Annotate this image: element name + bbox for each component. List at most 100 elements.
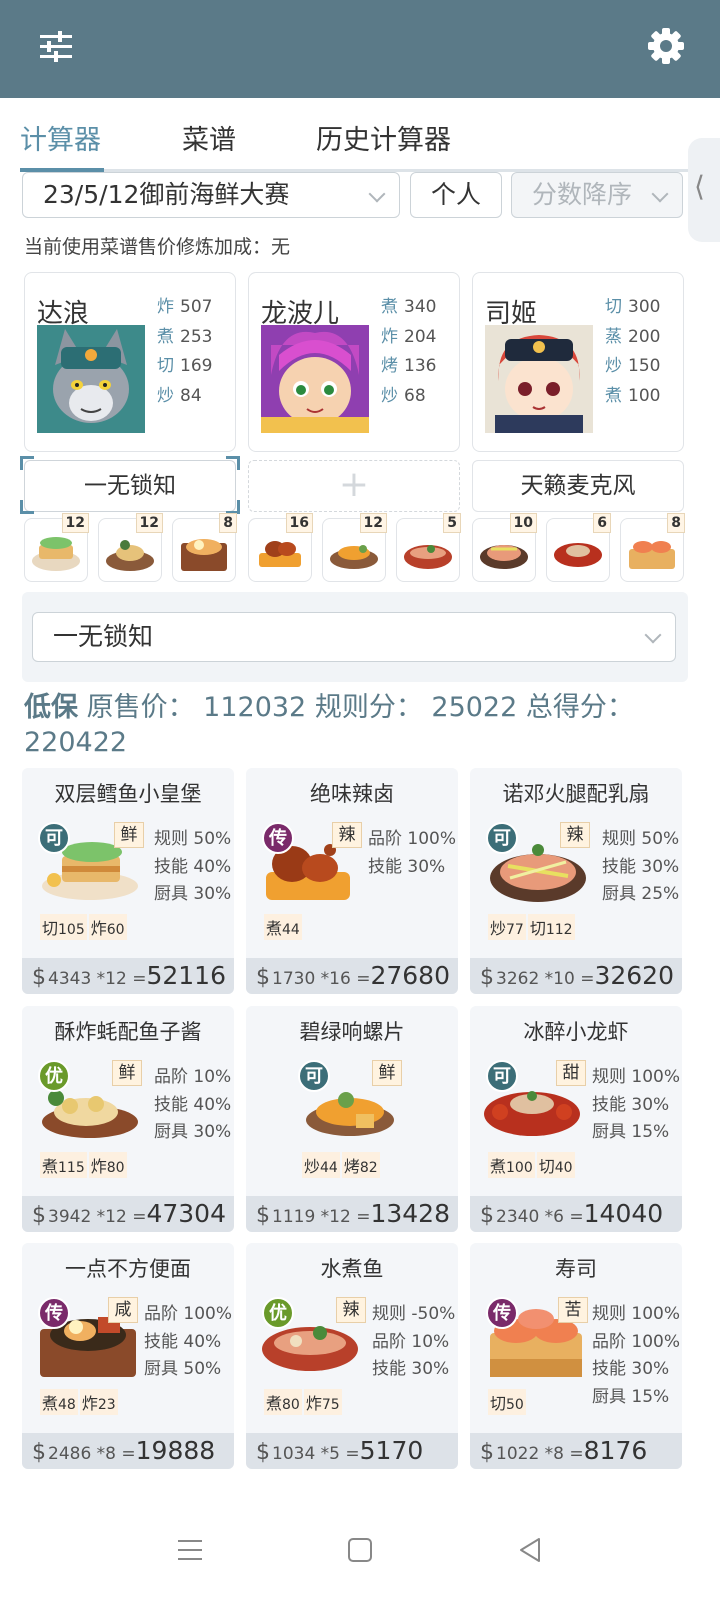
recipe-bonuses: 规则 50% 技能 40% 厨具 30% (154, 826, 231, 909)
ingredient-slot[interactable]: 8 (620, 513, 685, 582)
recipe-total: 8176 (583, 1436, 648, 1465)
quantity: *8 (544, 1444, 564, 1464)
ingredient-slot[interactable]: 6 (546, 513, 611, 582)
ingredient-slot[interactable]: 5 (396, 513, 461, 582)
tab-history[interactable]: 历史计算器 (316, 118, 451, 157)
tab-calculator[interactable]: 计算器 (20, 118, 101, 157)
recipe-total: 14040 (583, 1199, 664, 1228)
unit-price: 3942 (48, 1207, 92, 1227)
recipe-card[interactable]: 寿司传 苦规则 100% 品阶 100% 技能 30% 厨具 15% 切50 $1022 *… (470, 1243, 682, 1469)
recipe-bonus: 品阶 10% (372, 1331, 450, 1352)
dollar-icon: $ (256, 1440, 270, 1465)
quantity: *12 (320, 1207, 351, 1227)
recipe-bonus: 品阶 100% (144, 1304, 233, 1324)
panel-select[interactable]: 一无锁知 (32, 612, 676, 662)
recipe-skill: 切112 (527, 914, 575, 940)
quantity: *12 (96, 969, 127, 989)
recipe-total: 13428 (370, 1199, 450, 1228)
equip-slot-3[interactable]: 天籁麦克风 (472, 460, 684, 512)
equals-sign: = (569, 1207, 584, 1227)
recipe-skill: 煮44 (264, 914, 302, 940)
sort-select[interactable]: 分数降序 (511, 172, 683, 218)
selection-corner (226, 500, 240, 514)
home-square-icon[interactable] (342, 1532, 378, 1568)
recipe-card[interactable]: 诺邓火腿配乳扇可 辣规则 50% 技能 30% 厨具 25% 炒77 切112 $3262 … (470, 768, 682, 994)
menu-icon[interactable] (172, 1532, 208, 1568)
recipe-total: 52116 (146, 961, 226, 990)
chef-card[interactable]: 司姬 切 300 蒸 200 炒 150 煮 100 (472, 272, 684, 452)
quantity: *6 (544, 1207, 564, 1227)
equals-sign: = (356, 969, 371, 989)
price-bar: $3942 *12 =47304 (22, 1196, 234, 1232)
recipe-name: 绝味辣卤 (310, 782, 394, 806)
chevron-left-icon: ⟨ (694, 170, 705, 203)
dollar-icon: $ (480, 1203, 494, 1228)
back-triangle-icon[interactable] (512, 1532, 548, 1568)
recipe-bonus: 技能 30% (368, 856, 446, 877)
ingredient-qty: 12 (135, 513, 163, 533)
flavor-tag: 鲜 (372, 1060, 402, 1086)
recipe-skill: 煮48 (40, 1389, 78, 1415)
drawer-handle[interactable]: ⟨ (688, 138, 720, 242)
price-bar: $2340 *6 =14040 (470, 1196, 682, 1232)
recipe-bonus: 技能 30% (592, 1359, 670, 1379)
equip-slot-add[interactable]: + (248, 460, 460, 512)
price-bar: $4343 *12 =52116 (22, 958, 234, 994)
chevron-down-icon (651, 185, 669, 203)
chef-stats: 炸 507 煮 253 切 169 炒 84 (157, 297, 213, 406)
tab-recipes[interactable]: 菜谱 (182, 118, 236, 157)
recipe-skills: 煮100 切40 (488, 1152, 577, 1178)
grade-badge: 传 (262, 822, 294, 854)
ingredient-slot[interactable]: 12 (322, 513, 387, 582)
recipe-skill: 炸23 (79, 1389, 118, 1415)
ingredient-slot[interactable]: 16 (248, 513, 313, 582)
chef-card[interactable]: 达浪 炸 507 煮 253 切 169 炒 84 (24, 272, 236, 452)
recipe-card[interactable]: 绝味辣卤传 辣品阶 100% 技能 30% 煮44 $1730 *16 =27680 (246, 768, 458, 994)
app-bar (0, 0, 720, 98)
chef-portrait-wolf (37, 325, 145, 433)
event-select[interactable]: 23/5/12御前海鲜大赛 (22, 172, 400, 218)
ingredient-slot[interactable]: 12 (24, 513, 89, 582)
quantity: *16 (320, 969, 351, 989)
chevron-down-icon (368, 185, 386, 203)
recipe-bonuses: 品阶 10% 技能 40% 厨具 30% (154, 1064, 231, 1147)
recipe-bonus: 规则 50% (602, 829, 680, 849)
recipe-card[interactable]: 冰醉小龙虾可 甜规则 100% 技能 30% 厨具 15% 煮100 切40 $2340 *… (470, 1006, 682, 1232)
selection-corner (226, 456, 240, 470)
recipe-total: 5170 (359, 1436, 424, 1465)
unit-price: 1119 (272, 1207, 316, 1227)
recipe-bonus: 厨具 15% (592, 1386, 670, 1407)
recipe-skill: 切40 (536, 1152, 575, 1178)
mode-select[interactable]: 个人 (410, 172, 502, 218)
ingredient-slot[interactable]: 8 (172, 513, 237, 582)
recipe-total: 32620 (594, 961, 674, 990)
unit-price: 3262 (496, 969, 540, 989)
flavor-tag: 辣 (336, 1297, 366, 1323)
recipe-card[interactable]: 碧绿响螺片可 鲜炒44 烤82 $1119 *12 =13428 (246, 1006, 458, 1232)
recipe-card[interactable]: 酥炸蚝配鱼子酱优 鲜品阶 10% 技能 40% 厨具 30% 煮115 炸80 $3942 … (22, 1006, 234, 1232)
gear-icon[interactable] (646, 26, 686, 66)
recipe-bonus: 技能 40% (144, 1331, 222, 1352)
recipe-card[interactable]: 双层鳕鱼小皇堡可 鲜规则 50% 技能 40% 厨具 30% 切105 炸60 $4343 … (22, 768, 234, 994)
recipe-card[interactable]: 一点不方便面传 咸品阶 100% 技能 40% 厨具 50% 煮48 炸23 $2486 *… (22, 1243, 234, 1469)
recipe-name: 水煮鱼 (320, 1257, 384, 1281)
recipe-card[interactable]: 水煮鱼优 辣规则 -50% 品阶 10% 技能 30% 煮80 炸75 $1034 *5 =… (246, 1243, 458, 1469)
equip-slot-1[interactable]: 一无锁知 (24, 460, 236, 512)
score-breakdown: 原售价： 112032 规则分： 25022 总得分： (78, 692, 634, 723)
flavor-tag: 辣 (332, 822, 362, 848)
sliders-icon[interactable] (36, 26, 76, 66)
sort-select-value: 分数降序 (532, 180, 633, 209)
dollar-icon: $ (480, 1440, 494, 1465)
ingredient-slot[interactable]: 10 (472, 513, 537, 582)
chef-card[interactable]: 龙波儿 煮 340 炸 204 烤 136 炒 68 (248, 272, 460, 452)
lowest-label: 低保 (24, 692, 78, 723)
recipe-skills: 切105 炸60 (40, 914, 129, 940)
recipe-total: 47304 (146, 1199, 226, 1228)
recipe-name: 一点不方便面 (65, 1257, 191, 1281)
recipe-total: 19888 (135, 1436, 216, 1465)
recipe-skill: 炒77 (488, 914, 526, 940)
panel-select-value: 一无锁知 (53, 622, 154, 651)
recipe-bonuses: 规则 100% 技能 30% 厨具 15% (592, 1064, 680, 1147)
ingredient-slot[interactable]: 12 (98, 513, 163, 582)
mode-select-value: 个人 (431, 180, 482, 209)
